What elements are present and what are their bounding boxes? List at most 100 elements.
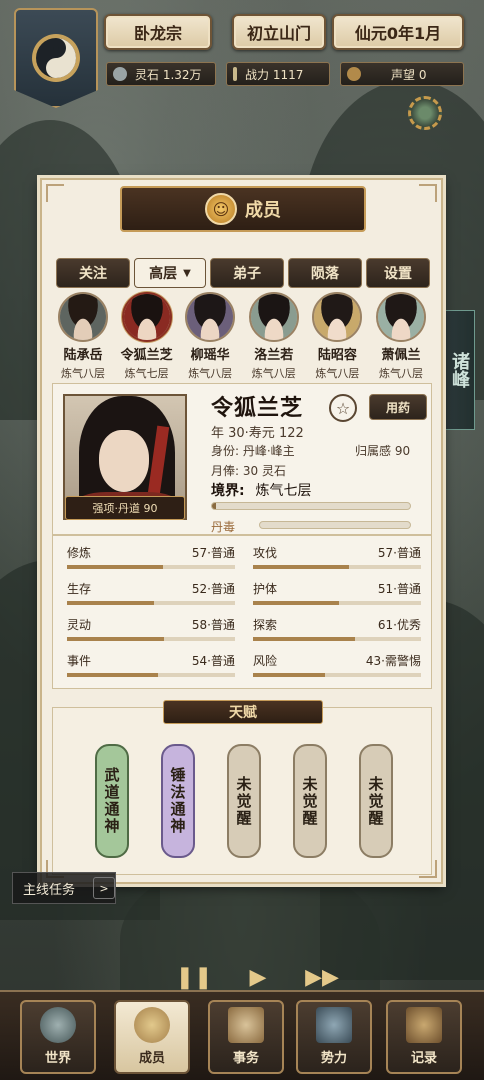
world-icon — [40, 1007, 76, 1043]
poison-label: 丹毒 — [211, 520, 236, 534]
stat-name: 攻伐 — [253, 546, 278, 560]
stat-value: 43·需警惕 — [365, 654, 421, 668]
stat-item: 风险 43·需警惕 — [253, 652, 421, 686]
pause-icon[interactable]: ❚❚ — [176, 962, 213, 992]
sect-stage[interactable]: 初立山门 — [232, 14, 326, 50]
nav-world[interactable]: 世界 — [20, 1000, 96, 1074]
nav-members[interactable]: 成员 — [114, 1000, 190, 1074]
belonging: 归属感 90 — [355, 444, 411, 458]
spirit-stone-stat: 灵石 1.32万 — [106, 62, 216, 86]
tab-fallen[interactable]: 陨落 — [288, 258, 362, 288]
sect-banner[interactable] — [14, 8, 98, 108]
tab-settings[interactable]: 设置 — [366, 258, 430, 288]
member-level: 炼气八层 — [251, 367, 296, 380]
member-item[interactable]: 陆承岳 炼气八层 — [52, 292, 114, 381]
stat-item: 修炼 57·普通 — [67, 544, 235, 578]
stat-bar — [253, 601, 421, 605]
spirit-stone-icon — [113, 67, 127, 81]
member-list: 陆承岳 炼气八层 令狐兰芝 炼气七层 柳瑶华 炼气八层 洛兰若 炼气八层 陆昭容… — [52, 292, 432, 381]
stat-name: 风险 — [253, 654, 278, 668]
stat-value: 52·普通 — [191, 582, 235, 596]
use-medicine-button[interactable]: 用药 — [369, 394, 427, 420]
avatar — [185, 292, 236, 342]
time-controls: ❚❚ ▶ ▶▶ — [176, 962, 340, 992]
member-icon: ☺ — [205, 193, 237, 225]
talent-scroll[interactable]: 未觉醒 — [293, 744, 327, 858]
talent-scroll[interactable]: 未觉醒 — [359, 744, 393, 858]
member-item[interactable]: 柳瑶华 炼气八层 — [179, 292, 241, 381]
avatar — [121, 292, 172, 342]
member-tabs: 关注 高层 ▼ 弟子 陨落 设置 — [56, 258, 430, 288]
nav-affairs[interactable]: 事务 — [208, 1000, 284, 1074]
nav-label: 势力 — [320, 1051, 347, 1066]
panel-title-bar: ☺ 成员 — [120, 186, 366, 232]
power-stat: 战力 1117 — [226, 62, 330, 86]
avatar — [248, 292, 299, 342]
member-level: 炼气八层 — [188, 367, 233, 380]
sword-icon — [233, 67, 237, 81]
stat-item: 探索 61·优秀 — [253, 616, 421, 650]
member-name: 陆昭容 — [317, 348, 357, 363]
settings-gear-icon[interactable] — [408, 96, 442, 130]
stat-bar — [67, 673, 235, 677]
stat-value: 58·普通 — [191, 618, 235, 632]
main-quest-button[interactable]: 主线任务 > — [12, 872, 116, 904]
member-item[interactable]: 洛兰若 炼气八层 — [243, 292, 305, 381]
salary: 月俸: 30 灵石 — [211, 464, 286, 478]
nav-label: 成员 — [138, 1051, 165, 1066]
nav-label: 世界 — [44, 1051, 71, 1066]
stat-value: 61·优秀 — [377, 618, 421, 632]
stat-name: 事件 — [67, 654, 92, 668]
nav-records[interactable]: 记录 — [386, 1000, 462, 1074]
avatar — [375, 292, 426, 342]
tab-disciples[interactable]: 弟子 — [210, 258, 284, 288]
stat-value: 57·普通 — [191, 546, 235, 560]
talent-scroll[interactable]: 未觉醒 — [227, 744, 261, 858]
stat-bar — [253, 673, 421, 677]
stat-bar — [67, 637, 235, 641]
member-item-selected[interactable]: 令狐兰芝 炼气七层 — [116, 292, 178, 381]
spirit-stone-value: 灵石 1.32万 — [135, 67, 202, 82]
tab-senior-label: 高层 — [149, 266, 178, 282]
play-icon[interactable]: ▶ — [240, 962, 276, 992]
member-item[interactable]: 陆昭容 炼气八层 — [306, 292, 368, 381]
game-date[interactable]: 仙元0年1月 — [332, 14, 464, 50]
stat-name: 探索 — [253, 618, 278, 632]
nav-label: 记录 — [410, 1051, 437, 1066]
tab-follow[interactable]: 关注 — [56, 258, 130, 288]
side-tag-peaks[interactable]: 诸峰 — [443, 310, 475, 430]
reputation-icon — [347, 67, 361, 81]
favorite-star-icon[interactable]: ☆ — [329, 394, 357, 422]
sect-name[interactable]: 卧龙宗 — [104, 14, 212, 50]
member-item[interactable]: 萧佩兰 炼气八层 — [370, 292, 432, 381]
talent-scroll[interactable]: 武道通神 — [95, 744, 129, 858]
member-panel: ☺ 成员 关注 高层 ▼ 弟子 陨落 设置 陆承岳 炼气八层 令狐兰芝 炼气七层… — [40, 178, 443, 884]
talent-scroll[interactable]: 锤法通神 — [161, 744, 195, 858]
nav-label: 事务 — [232, 1051, 259, 1066]
reputation-value: 声望 0 — [391, 67, 427, 82]
stat-value: 57·普通 — [377, 546, 421, 560]
stat-item: 攻伐 57·普通 — [253, 544, 421, 578]
stat-item: 事件 54·普通 — [67, 652, 235, 686]
realm-label: 境界: — [211, 483, 245, 499]
attribute-stats: 修炼 57·普通 攻伐 57·普通 生存 52·普通 护体 51·普通 灵动 58·普通 探索 61·… — [52, 535, 432, 689]
dropdown-arrow-icon: ▼ — [183, 267, 191, 279]
panel-title: 成员 — [245, 200, 281, 221]
member-name: 令狐兰芝 — [120, 348, 173, 363]
member-level: 炼气八层 — [315, 367, 360, 380]
fast-forward-icon[interactable]: ▶▶ — [304, 962, 340, 992]
identity: 身份: 丹峰·峰主 — [211, 444, 295, 458]
power-value: 战力 1117 — [245, 67, 304, 82]
member-detail: 强项·丹道 90 令狐兰芝 ☆ 用药 年 30·寿元 122 身份: 丹峰·峰主… — [52, 383, 432, 535]
detail-name: 令狐兰芝 — [211, 396, 304, 421]
age-lifespan: 年 30·寿元 122 — [211, 426, 304, 441]
member-icon — [134, 1007, 170, 1043]
member-name: 洛兰若 — [254, 348, 294, 363]
avatar — [58, 292, 108, 342]
main-quest-label: 主线任务 — [23, 882, 76, 898]
chevron-right-icon: > — [93, 877, 115, 899]
faction-icon — [316, 1007, 352, 1043]
nav-factions[interactable]: 势力 — [296, 1000, 372, 1074]
stat-bar — [67, 565, 235, 569]
tab-senior[interactable]: 高层 ▼ — [134, 258, 206, 288]
